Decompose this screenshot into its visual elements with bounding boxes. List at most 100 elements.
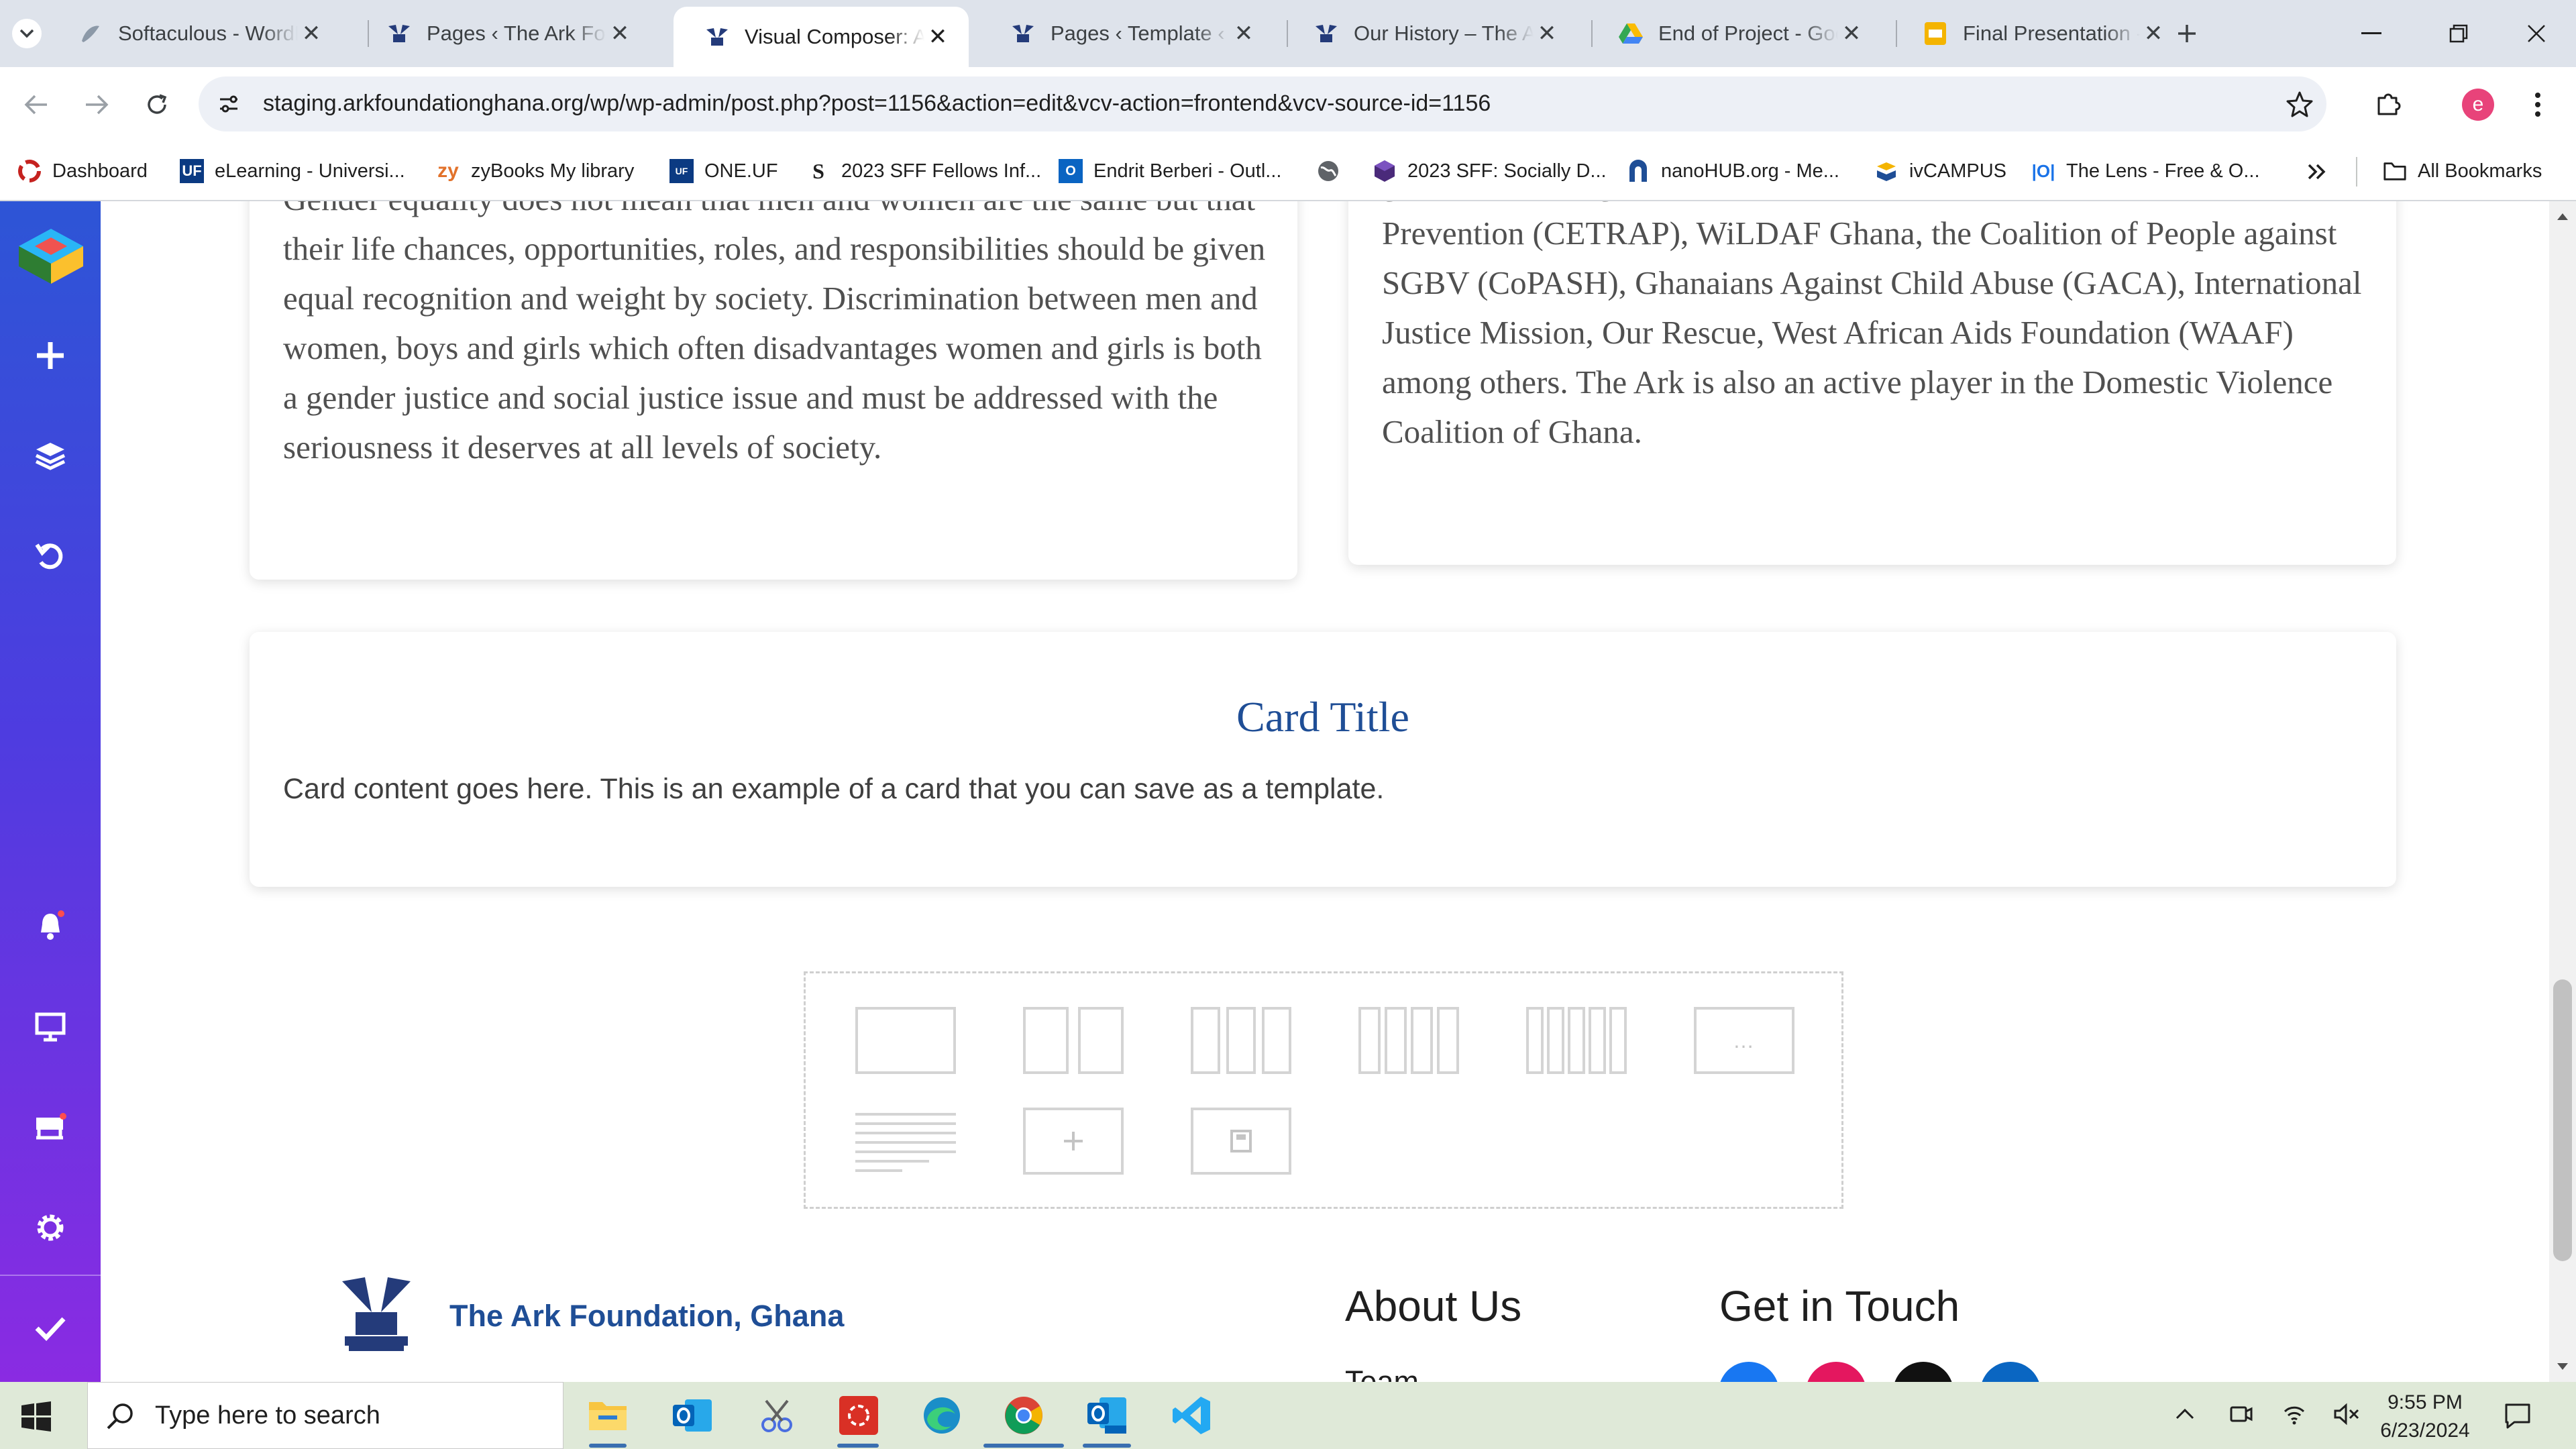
page-scrollbar[interactable] xyxy=(2549,201,2576,1382)
tab-end-of-project[interactable]: End of Project - Goo ✕ xyxy=(1587,8,1882,59)
notification-center-icon[interactable] xyxy=(2504,1402,2532,1430)
tab-pages-ark[interactable]: Pages ‹ The Ark Foun ✕ xyxy=(356,8,651,59)
chrome-menu-icon[interactable] xyxy=(2528,89,2548,121)
add-element-icon[interactable] xyxy=(1023,1108,1124,1175)
taskbar-search-box[interactable]: Type here to search xyxy=(87,1382,564,1449)
bookmark-sff-socially[interactable]: 2023 SFF: Socially D... xyxy=(1373,154,1607,188)
volume-muted-icon[interactable] xyxy=(2333,1402,2360,1426)
text-card-right[interactable]: governmental organizations such as the C… xyxy=(1348,201,2396,565)
ark-icon xyxy=(386,21,412,46)
url-text[interactable]: staging.arkfoundationghana.org/wp/wp-adm… xyxy=(263,91,1491,117)
address-bar[interactable]: staging.arkfoundationghana.org/wp/wp-adm… xyxy=(199,76,2326,131)
vscode-icon[interactable] xyxy=(1167,1391,1216,1440)
hub-button[interactable] xyxy=(30,1107,70,1147)
tab-our-history[interactable]: Our History – The Ar ✕ xyxy=(1283,8,1578,59)
minimize-button[interactable] xyxy=(2348,16,2395,51)
search-placeholder: Type here to search xyxy=(155,1401,380,1430)
layout-4-columns[interactable] xyxy=(1358,1007,1459,1074)
app-red-icon[interactable] xyxy=(835,1391,883,1440)
bookmark-outlook[interactable]: O Endrit Berberi - Outl... xyxy=(1059,154,1281,188)
edge-icon[interactable] xyxy=(918,1391,966,1440)
publish-button[interactable] xyxy=(30,1308,70,1348)
back-button[interactable] xyxy=(17,86,55,123)
tab-title: Our History – The Ar xyxy=(1354,21,1534,45)
preview-button[interactable] xyxy=(30,1006,70,1046)
card-title: Card Title xyxy=(1236,693,1409,741)
file-explorer-icon[interactable] xyxy=(584,1391,632,1440)
linkedin-icon[interactable] xyxy=(1980,1362,2041,1382)
new-tab-button[interactable] xyxy=(2168,15,2206,52)
bookmark-elearning[interactable]: UF eLearning - Universi... xyxy=(180,154,405,188)
clock[interactable]: 9:55 PM 6/23/2024 xyxy=(2375,1389,2475,1445)
close-window-button[interactable] xyxy=(2513,16,2560,51)
layout-1-column[interactable] xyxy=(855,1007,956,1074)
bookmark-the-lens[interactable]: |O| The Lens - Free & O... xyxy=(2031,154,2260,188)
ark-icon xyxy=(704,24,730,50)
folder-icon xyxy=(2383,159,2407,183)
close-tab-icon[interactable]: ✕ xyxy=(924,23,951,50)
cube-icon xyxy=(1373,159,1397,183)
layout-3-columns[interactable] xyxy=(1191,1007,1291,1074)
close-tab-icon[interactable]: ✕ xyxy=(1838,20,1865,47)
profile-avatar[interactable]: e xyxy=(2462,89,2494,121)
text-card-left[interactable]: Gender equality does not mean that men a… xyxy=(250,201,1297,580)
forward-button[interactable] xyxy=(78,86,115,123)
instagram-icon[interactable] xyxy=(1806,1362,1866,1382)
scrollbar-thumb[interactable] xyxy=(2553,979,2572,1261)
layout-5-columns[interactable] xyxy=(1526,1007,1627,1074)
close-tab-icon[interactable]: ✕ xyxy=(2140,20,2167,47)
extensions-icon[interactable] xyxy=(2375,90,2403,118)
tab-softaculous[interactable]: Softaculous - WordPr ✕ xyxy=(47,8,342,59)
show-hidden-icons[interactable] xyxy=(2175,1406,2195,1422)
settings-button[interactable] xyxy=(30,1208,70,1248)
bookmark-sff-fellows[interactable]: S 2023 SFF Fellows Inf... xyxy=(806,154,1041,188)
new-outlook-icon[interactable] xyxy=(1083,1391,1131,1440)
reload-icon xyxy=(148,94,167,114)
chrome-icon[interactable] xyxy=(1000,1391,1048,1440)
bookmark-nanohub[interactable]: nanoHUB.org - Me... xyxy=(1626,154,1839,188)
tab-pages-template[interactable]: Pages ‹ Template ‹ Th ✕ xyxy=(979,8,1275,59)
close-tab-icon[interactable]: ✕ xyxy=(1534,20,1560,47)
layout-custom[interactable]: … xyxy=(1694,1007,1794,1074)
tab-final-presentation[interactable]: Final Presentation - ✕ xyxy=(1892,8,2184,59)
x-twitter-icon[interactable] xyxy=(1893,1362,1953,1382)
visual-composer-logo[interactable] xyxy=(16,223,86,290)
template-card[interactable]: Card Title Card content goes here. This … xyxy=(250,632,2396,887)
all-bookmarks-button[interactable]: All Bookmarks xyxy=(2383,154,2542,188)
add-element-button[interactable] xyxy=(30,335,70,376)
ark-icon xyxy=(1010,21,1036,46)
footer-logo[interactable] xyxy=(339,1275,413,1354)
site-settings-icon[interactable] xyxy=(216,91,241,117)
restore-button[interactable] xyxy=(2435,16,2482,51)
tab-search-button[interactable] xyxy=(12,19,42,48)
scroll-up-icon[interactable] xyxy=(2556,212,2569,221)
undo-button[interactable] xyxy=(30,537,70,577)
close-tab-icon[interactable]: ✕ xyxy=(606,20,633,47)
wifi-icon[interactable] xyxy=(2282,1402,2306,1426)
bookmark-star-icon[interactable] xyxy=(2286,91,2313,117)
tab-visual-composer[interactable]: Visual Composer: Ab ✕ xyxy=(674,7,969,67)
meet-now-icon[interactable] xyxy=(2229,1402,2253,1426)
bookmark-one-uf[interactable]: UF ONE.UF xyxy=(669,154,778,188)
close-tab-icon[interactable]: ✕ xyxy=(1230,20,1257,47)
footer-brand[interactable]: The Ark Foundation, Ghana xyxy=(449,1299,844,1334)
notifications-button[interactable] xyxy=(30,906,70,946)
bookmark-ivcampus[interactable]: ivCAMPUS xyxy=(1874,154,2006,188)
bookmark-zybooks[interactable]: zy zyBooks My library xyxy=(436,154,634,188)
scroll-down-icon[interactable] xyxy=(2556,1362,2569,1371)
more-bookmarks-icon[interactable] xyxy=(2304,158,2330,185)
bookmark-dashboard[interactable]: Dashboard xyxy=(17,154,148,188)
start-button[interactable] xyxy=(20,1401,52,1433)
layout-2-columns[interactable] xyxy=(1023,1007,1124,1074)
snipping-tool-icon[interactable] xyxy=(753,1391,801,1440)
google-drive-icon xyxy=(1618,21,1644,46)
outlook-taskbar-icon[interactable] xyxy=(668,1391,716,1440)
footer-about-link-team[interactable]: Team xyxy=(1345,1364,1419,1382)
facebook-icon[interactable] xyxy=(1719,1362,1779,1382)
close-tab-icon[interactable]: ✕ xyxy=(298,20,325,47)
add-template-icon[interactable] xyxy=(1191,1108,1291,1175)
text-block-icon[interactable] xyxy=(855,1112,956,1173)
layers-button[interactable] xyxy=(30,436,70,476)
reload-button[interactable] xyxy=(138,86,176,123)
bookmark-globe[interactable] xyxy=(1316,154,1351,188)
